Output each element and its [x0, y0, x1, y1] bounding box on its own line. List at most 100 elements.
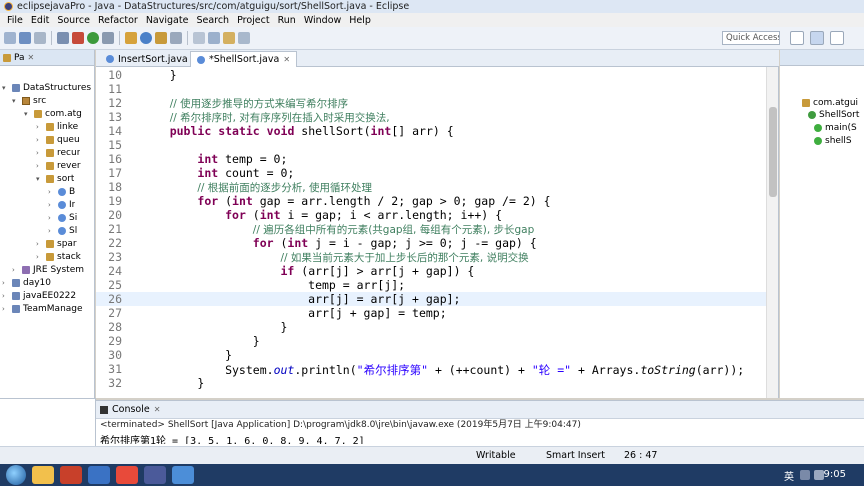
code-line[interactable]: 30 }: [96, 348, 766, 362]
expand-icon[interactable]: ›: [36, 240, 43, 248]
menu-file[interactable]: File: [3, 15, 27, 26]
quick-access-input[interactable]: Quick Access: [722, 31, 780, 45]
tree-item-queue[interactable]: › queu: [36, 134, 80, 146]
back-icon[interactable]: [223, 32, 235, 44]
expand-icon[interactable]: ›: [48, 214, 55, 222]
tree-item-package[interactable]: ▾ com.atg: [24, 108, 82, 120]
open-perspective-icon[interactable]: [790, 31, 804, 45]
code-line[interactable]: 16 int temp = 0;: [96, 152, 766, 166]
package-explorer-tab[interactable]: Pa ✕: [0, 50, 94, 66]
code-line[interactable]: 15: [96, 138, 766, 152]
expand-icon[interactable]: ›: [2, 292, 9, 300]
expand-icon[interactable]: ▾: [12, 97, 19, 105]
code-line[interactable]: 17 int count = 0;: [96, 166, 766, 180]
expand-icon[interactable]: ›: [48, 188, 55, 196]
tree-item-recursion[interactable]: › recur: [36, 147, 80, 159]
code-line[interactable]: 31 System.out.println("希尔排序第" + (++count…: [96, 362, 766, 377]
expand-icon[interactable]: ›: [48, 227, 55, 235]
volume-icon[interactable]: [814, 470, 824, 480]
tree-item-reverse[interactable]: › rever: [36, 160, 81, 172]
code-line[interactable]: 24 if (arr[j] > arr[j + gap]) {: [96, 264, 766, 278]
tree-item-javaee[interactable]: › javaEE0222: [2, 290, 76, 302]
code-line[interactable]: 26 arr[j] = arr[j + gap];: [96, 292, 766, 306]
expand-icon[interactable]: ▾: [36, 175, 43, 183]
menu-refactor[interactable]: Refactor: [94, 15, 142, 26]
menu-search[interactable]: Search: [192, 15, 233, 26]
tree-item-sparsearray[interactable]: › spar: [36, 238, 77, 250]
tree-item-insertsort[interactable]: › Ir: [48, 199, 75, 211]
run-icon[interactable]: [87, 32, 99, 44]
save-all-icon[interactable]: [34, 32, 46, 44]
editor-scrollbar[interactable]: [766, 67, 778, 398]
expand-icon[interactable]: ›: [2, 305, 9, 313]
tree-item-day10[interactable]: › day10: [2, 277, 51, 289]
app-task-icon[interactable]: [116, 466, 138, 484]
app-task-icon[interactable]: [172, 466, 194, 484]
close-icon[interactable]: ✕: [283, 55, 290, 64]
expand-icon[interactable]: ›: [48, 201, 55, 209]
tree-item-sort[interactable]: ▾ sort: [36, 173, 74, 185]
code-line[interactable]: 27 arr[j + gap] = temp;: [96, 306, 766, 320]
code-line[interactable]: 20 for (int i = gap; i < arr.length; i++…: [96, 208, 766, 222]
menu-window[interactable]: Window: [300, 15, 345, 26]
code-line[interactable]: 23 // 如果当前元素大于加上步长后的那个元素, 说明交换: [96, 250, 766, 264]
tree-item-stack[interactable]: › stack: [36, 251, 81, 263]
print-icon[interactable]: [57, 32, 69, 44]
start-button[interactable]: [6, 465, 26, 485]
code-line[interactable]: 19 for (int gap = arr.length / 2; gap > …: [96, 194, 766, 208]
tree-item-datastructures[interactable]: ▾ DataStructures: [2, 82, 91, 94]
tree-item-shellsort[interactable]: › Sl: [48, 225, 77, 237]
tree-item-linked[interactable]: › linke: [36, 121, 78, 133]
expand-icon[interactable]: ›: [12, 266, 19, 274]
app-task-icon[interactable]: [60, 466, 82, 484]
tree-item-bubblesort[interactable]: › B: [48, 186, 75, 198]
tree-item-src[interactable]: ▾ src: [12, 95, 46, 107]
app-task-icon[interactable]: [88, 466, 110, 484]
scrollbar-thumb[interactable]: [769, 107, 777, 197]
console-tab[interactable]: Console ✕: [96, 401, 864, 419]
java-perspective-icon[interactable]: [810, 31, 824, 45]
code-line[interactable]: 18 // 根据前面的逐步分析, 使用循环处理: [96, 180, 766, 194]
tab-insertsort[interactable]: InsertSort.java: [100, 51, 194, 67]
network-icon[interactable]: [800, 470, 810, 480]
menu-source[interactable]: Source: [53, 15, 94, 26]
menu-project[interactable]: Project: [233, 15, 274, 26]
menu-edit[interactable]: Edit: [27, 15, 53, 26]
tree-item-selectsort[interactable]: › Si: [48, 212, 77, 224]
tab-shellsort[interactable]: *ShellSort.java ✕: [190, 51, 298, 67]
save-icon[interactable]: [19, 32, 31, 44]
code-line[interactable]: 10 }: [96, 68, 766, 82]
code-line[interactable]: 14 public static void shellSort(int[] ar…: [96, 124, 766, 138]
explorer-task-icon[interactable]: [32, 466, 54, 484]
menu-navigate[interactable]: Navigate: [142, 15, 193, 26]
tree-item-jre[interactable]: › JRE System: [12, 264, 84, 276]
code-line[interactable]: 11: [96, 82, 766, 96]
menu-help[interactable]: Help: [345, 15, 375, 26]
expand-icon[interactable]: ›: [2, 279, 9, 287]
forward-icon[interactable]: [238, 32, 250, 44]
code-line[interactable]: 13 // 希尔排序时, 对有序序列在插入时采用交换法,: [96, 110, 766, 124]
outline-method-shellsort[interactable]: shellS: [814, 136, 852, 146]
code-line[interactable]: 28 }: [96, 320, 766, 334]
external-tools-icon[interactable]: [102, 32, 114, 44]
expand-icon[interactable]: ▾: [24, 110, 31, 118]
new-package-icon[interactable]: [125, 32, 137, 44]
expand-icon[interactable]: ›: [36, 253, 43, 261]
ime-indicator[interactable]: 英: [784, 468, 794, 483]
menu-run[interactable]: Run: [274, 15, 300, 26]
code-area[interactable]: 10 } 11 12 // 使用逐步推导的方式来编写希尔排序 13 // 希尔排序时,…: [96, 67, 766, 398]
new-class-icon[interactable]: [140, 32, 152, 44]
code-line[interactable]: 21 // 遍历各组中所有的元素(共gap组, 每组有个元素), 步长gap: [96, 222, 766, 236]
outline-package[interactable]: com.atgui: [802, 98, 858, 108]
close-icon[interactable]: ✕: [28, 53, 35, 62]
close-icon[interactable]: ✕: [154, 405, 161, 414]
search-icon[interactable]: [170, 32, 182, 44]
tree-item-teammanage[interactable]: › TeamManage: [2, 303, 83, 315]
outline-class[interactable]: ShellSort: [808, 110, 859, 120]
code-line[interactable]: 32 }: [96, 376, 766, 390]
expand-icon[interactable]: ›: [36, 136, 43, 144]
next-annotation-icon[interactable]: [208, 32, 220, 44]
expand-icon[interactable]: ›: [36, 123, 43, 131]
code-line[interactable]: 29 }: [96, 334, 766, 348]
annotation-icon[interactable]: [193, 32, 205, 44]
